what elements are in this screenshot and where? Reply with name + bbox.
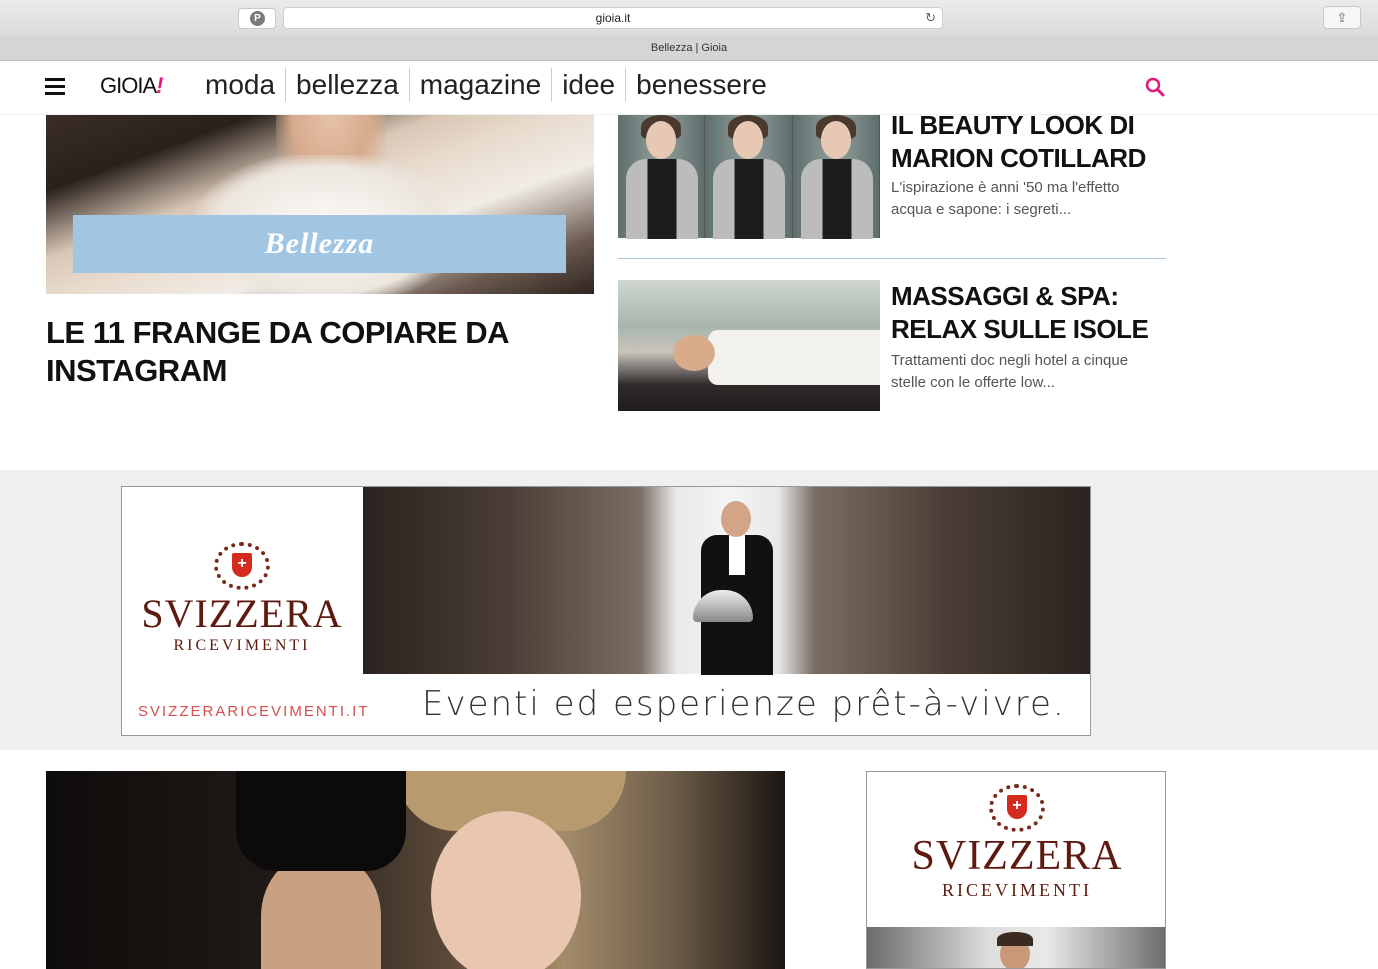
side-article: MASSAGGI & SPA: RELAX SULLE ISOLE Tratta… xyxy=(618,280,1166,411)
pinterest-button[interactable]: P xyxy=(238,8,276,29)
ad-tagline: Eventi ed esperienze prêt-à-vivre. xyxy=(422,684,1066,724)
nav-item-benessere[interactable]: benessere xyxy=(626,68,777,102)
search-icon[interactable] xyxy=(1145,77,1165,97)
logo-mark: ! xyxy=(156,73,163,98)
url-text: gioia.it xyxy=(595,11,631,25)
nav-item-bellezza[interactable]: bellezza xyxy=(286,68,410,102)
side-ad-brand-name: SVIZZERA xyxy=(911,833,1123,879)
divider xyxy=(618,258,1166,259)
menu-icon[interactable] xyxy=(45,78,65,96)
logo-text: GIOIA xyxy=(100,73,157,98)
category-badge[interactable]: Bellezza xyxy=(73,215,566,273)
nav-item-idee[interactable]: idee xyxy=(552,68,627,102)
article-excerpt: Trattamenti doc negli hotel a cinque ste… xyxy=(891,352,1129,391)
ad-photo xyxy=(363,487,1090,675)
side-ad-brand-sub: RICEVIMENTI xyxy=(942,880,1092,900)
share-icon: ⇪ xyxy=(1336,10,1348,25)
ad-brand-block: + SVIZZERA RICEVIMENTI xyxy=(122,542,362,655)
tab-title[interactable]: Bellezza | Gioia xyxy=(0,36,1378,61)
ad-banner[interactable]: + SVIZZERA RICEVIMENTI SVIZZERARICEVIMEN… xyxy=(121,486,1091,736)
share-button[interactable]: ⇪ xyxy=(1323,6,1361,29)
swiss-crest-icon: + xyxy=(214,542,270,590)
browser-toolbar: P gioia.it ↻ ⇪ xyxy=(0,0,1378,36)
nav-item-magazine[interactable]: magazine xyxy=(410,68,553,102)
ad-url[interactable]: SVIZZERARICEVIMENTI.IT xyxy=(138,703,370,720)
site-logo[interactable]: GIOIA! xyxy=(100,73,164,99)
pinterest-icon: P xyxy=(250,11,265,26)
article-title[interactable]: IL BEAUTY LOOK DI MARION COTILLARD xyxy=(891,109,1166,175)
swiss-crest-icon: + xyxy=(989,784,1045,832)
main-nav: moda bellezza magazine idee benessere xyxy=(195,68,777,102)
side-ad[interactable]: + SVIZZERA RICEVIMENTI xyxy=(866,771,1166,969)
hero-article-title[interactable]: LE 11 FRANGE DA COPIARE DA INSTAGRAM xyxy=(46,314,606,390)
side-article: IL BEAUTY LOOK DI MARION COTILLARD L'isp… xyxy=(618,110,1166,239)
site-header: GIOIA! moda bellezza magazine idee benes… xyxy=(0,61,1378,115)
article-excerpt: L'ispirazione è anni '50 ma l'effetto ac… xyxy=(891,179,1120,218)
article-thumbnail[interactable] xyxy=(618,280,880,411)
article-title[interactable]: MASSAGGI & SPA: RELAX SULLE ISOLE xyxy=(891,280,1166,346)
article-image[interactable] xyxy=(46,771,785,969)
ad-brand-sub: RICEVIMENTI xyxy=(173,637,311,654)
address-bar[interactable]: gioia.it ↻ xyxy=(283,7,943,29)
article-thumbnail[interactable] xyxy=(618,115,880,239)
reload-icon[interactable]: ↻ xyxy=(925,8,936,28)
nav-item-moda[interactable]: moda xyxy=(195,68,287,102)
ad-brand-name: SVIZZERA xyxy=(141,591,343,636)
side-ad-brand-block: + SVIZZERA RICEVIMENTI xyxy=(867,784,1165,901)
